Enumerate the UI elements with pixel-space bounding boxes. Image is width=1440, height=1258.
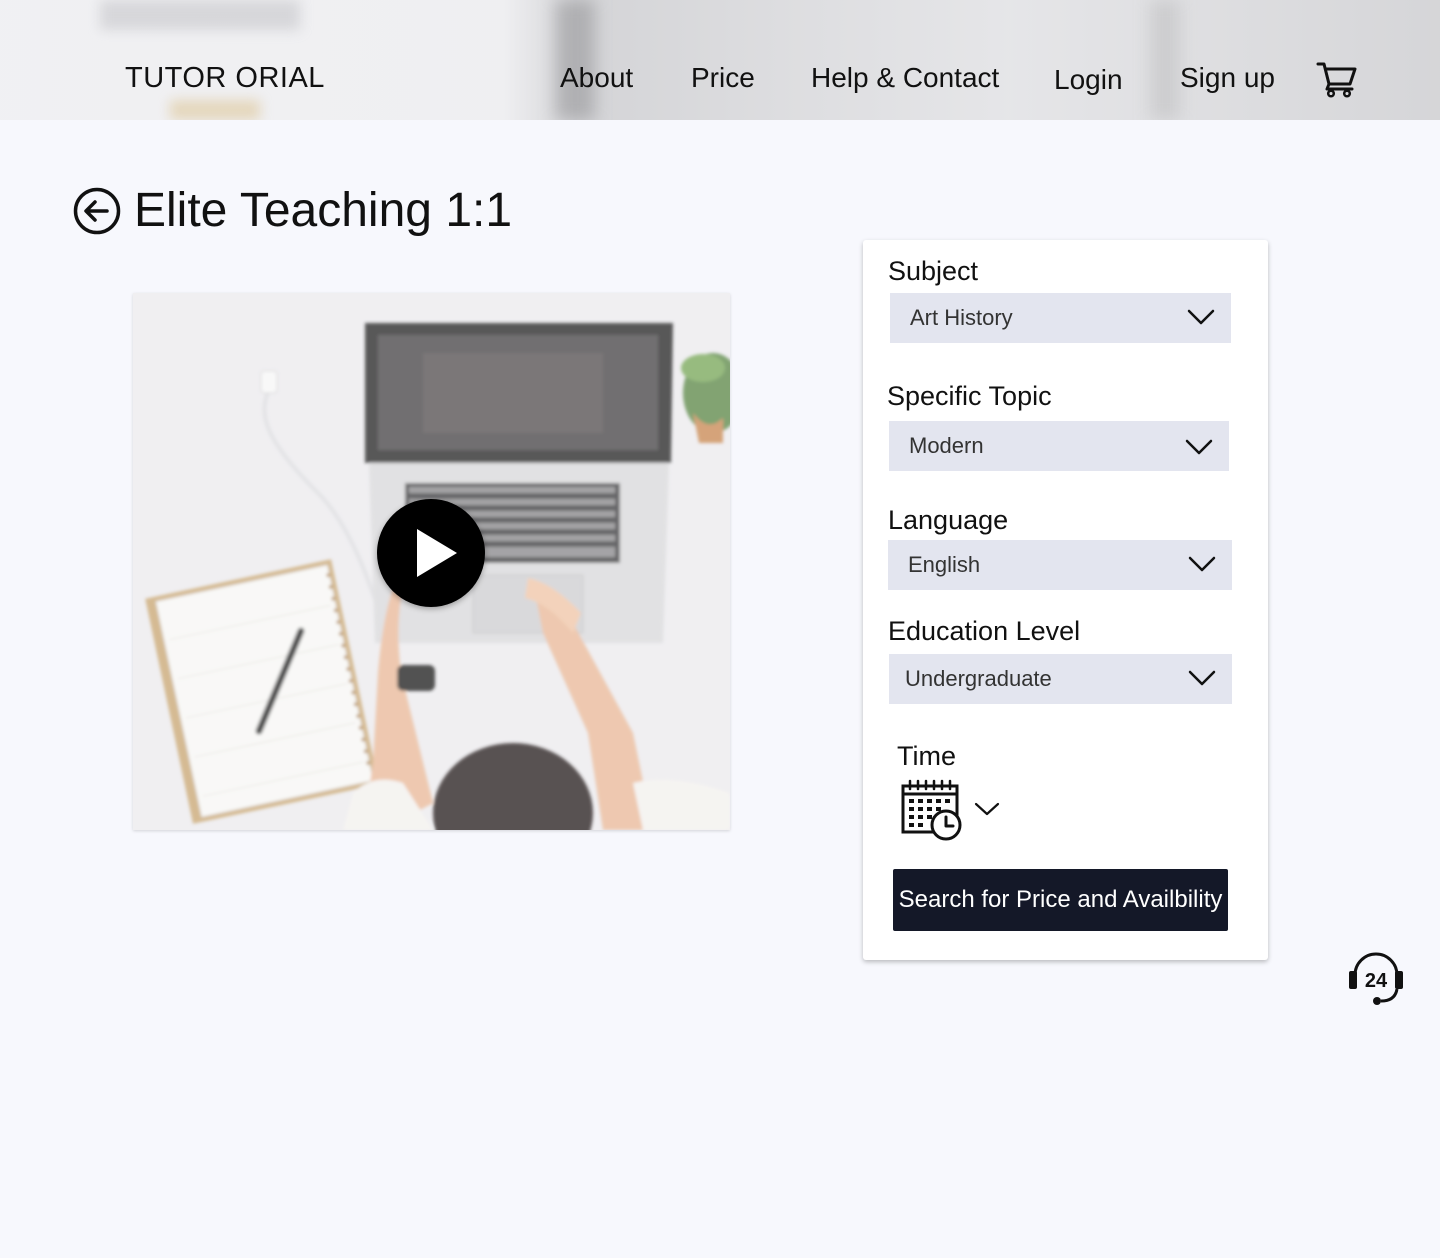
support-24-text: 24 [1365,970,1388,992]
brand-logo[interactable]: TUTOR ORIAL [125,62,325,95]
cart-icon[interactable] [1316,60,1358,98]
back-arrow-circle-icon[interactable] [73,187,121,235]
nav-price[interactable]: Price [691,62,755,94]
language-value: English [908,552,981,577]
chevron-down-icon [1188,670,1216,686]
support-24-icon[interactable]: 24 [1345,949,1407,1009]
booking-panel: Subject Art History Specific Topic Moder… [863,240,1268,960]
education-level-label: Education Level [888,616,1081,646]
top-header: TUTOR ORIAL About Price Help & Contact L… [0,0,1440,120]
chevron-down-icon [1187,309,1215,325]
search-price-availability-button[interactable]: Search for Price and Availbility [893,869,1228,931]
nav-login[interactable]: Login [1054,64,1123,96]
subject-select[interactable]: Art History [890,293,1231,343]
nav-help-contact[interactable]: Help & Contact [811,62,999,94]
time-label: Time [897,741,956,771]
play-button[interactable] [377,499,485,607]
topic-label: Specific Topic [887,381,1052,411]
video-player[interactable] [133,293,730,830]
subject-label: Subject [888,256,979,286]
chevron-down-icon [1188,556,1216,572]
chevron-down-icon[interactable] [973,800,1001,818]
language-select[interactable]: English [888,540,1232,590]
subject-value: Art History [910,305,1013,330]
play-icon [417,529,457,577]
chevron-down-icon [1185,439,1213,455]
nav-signup[interactable]: Sign up [1180,62,1275,94]
education-level-value: Undergraduate [905,666,1052,691]
page-title: Elite Teaching 1:1 [134,184,513,237]
language-label: Language [888,505,1009,535]
topic-value: Modern [909,433,984,458]
education-level-select[interactable]: Undergraduate [889,654,1232,704]
topic-select[interactable]: Modern [889,421,1229,471]
calendar-clock-icon[interactable] [900,778,964,842]
nav-about[interactable]: About [560,62,633,94]
